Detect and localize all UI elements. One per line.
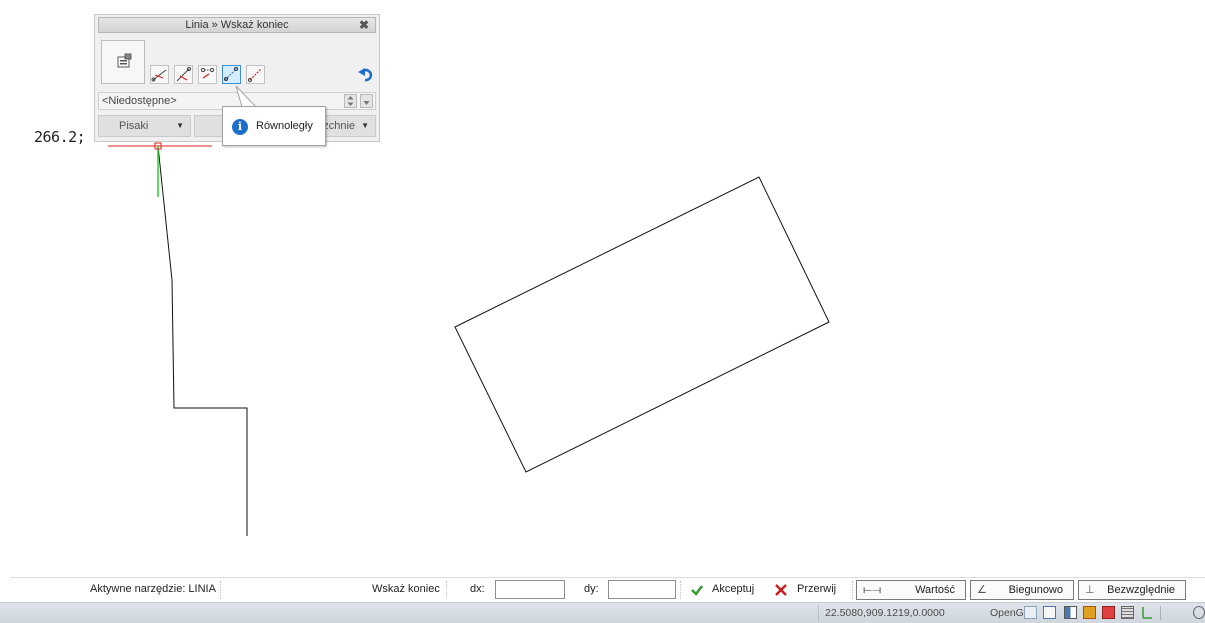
- ortho-icon[interactable]: [1140, 606, 1153, 619]
- value-mode-button[interactable]: ⟝⟞ Wartość: [856, 580, 966, 600]
- command-bar: Aktywne narzędzie: LINIA Wskaż koniec dx…: [10, 577, 1205, 602]
- polar-mode-label: Biegunowo: [1008, 584, 1063, 596]
- window-icon[interactable]: [1043, 606, 1056, 619]
- layer-combo-value: <Niedostępne>: [102, 95, 177, 107]
- absolute-mode-button[interactable]: ⊥ Bezwzględnie: [1078, 580, 1186, 600]
- separator: [1160, 606, 1161, 620]
- cancel-button[interactable]: Przerwij: [774, 580, 848, 600]
- tool-perpendicular-button[interactable]: [150, 65, 169, 84]
- separator: [852, 581, 854, 599]
- tool-free-line-button[interactable]: [246, 65, 265, 84]
- spin-down-button[interactable]: [360, 94, 373, 108]
- chevron-down-icon: [363, 101, 370, 105]
- chevron-down-icon: ▼: [176, 121, 184, 130]
- chain-line-icon: [200, 67, 215, 79]
- accept-label: Akceptuj: [712, 583, 755, 595]
- absolute-mode-label: Bezwzględnie: [1107, 584, 1175, 596]
- value-mode-label: Wartość: [915, 584, 955, 596]
- checkmark-icon: [691, 585, 703, 596]
- undo-icon: [358, 68, 373, 82]
- tooltip: i Równoległy: [222, 106, 326, 146]
- accept-button[interactable]: Akceptuj: [690, 580, 764, 600]
- perpendicular-line-icon: [151, 69, 167, 82]
- distance-icon: ⟝⟞: [863, 584, 882, 596]
- object-snap-icon[interactable]: [1102, 606, 1115, 619]
- spinner-icon: [347, 96, 354, 106]
- panel-title: Linia » Wskaż koniec: [185, 19, 289, 31]
- info-icon: i: [232, 119, 248, 135]
- drawn-rectangle: [454, 176, 830, 473]
- dy-label: dy:: [584, 583, 599, 595]
- cursor-coordinate-readout: 266.2;: [34, 128, 86, 146]
- polar-mode-button[interactable]: ∠ Biegunowo: [970, 580, 1074, 600]
- free-line-icon: [248, 68, 262, 82]
- status-coordinates: 22.5080,909.1219,0.0000: [818, 605, 987, 622]
- tooltip-text: Równoległy: [256, 120, 313, 132]
- layers-icon[interactable]: [1064, 606, 1077, 619]
- panel-title-bar[interactable]: Linia » Wskaż koniec ✖: [98, 17, 376, 33]
- close-icon: [775, 584, 787, 596]
- chevron-down-icon: ▼: [361, 121, 369, 130]
- dx-label: dx:: [470, 583, 485, 595]
- spin-up-down-button[interactable]: [344, 94, 357, 108]
- properties-button[interactable]: [101, 40, 145, 84]
- separator: [680, 581, 682, 599]
- status-bar: 22.5080,909.1219,0.0000 OpenGL: [0, 602, 1205, 623]
- separator: [446, 581, 448, 599]
- dy-input[interactable]: [608, 580, 676, 599]
- drawn-polyline: [157, 145, 248, 536]
- tool-chain-button[interactable]: [198, 65, 217, 84]
- pens-dropdown-label: Pisaki: [119, 120, 149, 132]
- right-dropdown-label: zchnie: [323, 120, 355, 132]
- snap-settings-icon[interactable]: [1083, 606, 1096, 619]
- undo-button[interactable]: [357, 65, 375, 83]
- active-tool-label: Aktywne narzędzie: LINIA: [90, 583, 216, 595]
- properties-icon: [117, 53, 132, 68]
- cancel-label: Przerwij: [797, 583, 837, 595]
- axes-origin-icon: ⊥: [1085, 584, 1095, 596]
- parallel-line-icon: [224, 67, 238, 81]
- angle-line-icon: [176, 67, 191, 82]
- dx-input[interactable]: [495, 580, 565, 599]
- grid-icon[interactable]: [1121, 606, 1134, 619]
- tooltip-pointer: [235, 86, 258, 108]
- tool-parallel-button[interactable]: [222, 65, 241, 84]
- settings-icon[interactable]: [1193, 606, 1205, 619]
- separator: [220, 581, 222, 599]
- tool-angle-button[interactable]: [174, 65, 193, 84]
- pens-dropdown[interactable]: Pisaki ▼: [98, 115, 191, 137]
- polar-angle-icon: ∠: [977, 584, 987, 596]
- viewport-icon[interactable]: [1024, 606, 1037, 619]
- close-icon[interactable]: ✖: [359, 18, 369, 32]
- prompt-label: Wskaż koniec: [372, 583, 440, 595]
